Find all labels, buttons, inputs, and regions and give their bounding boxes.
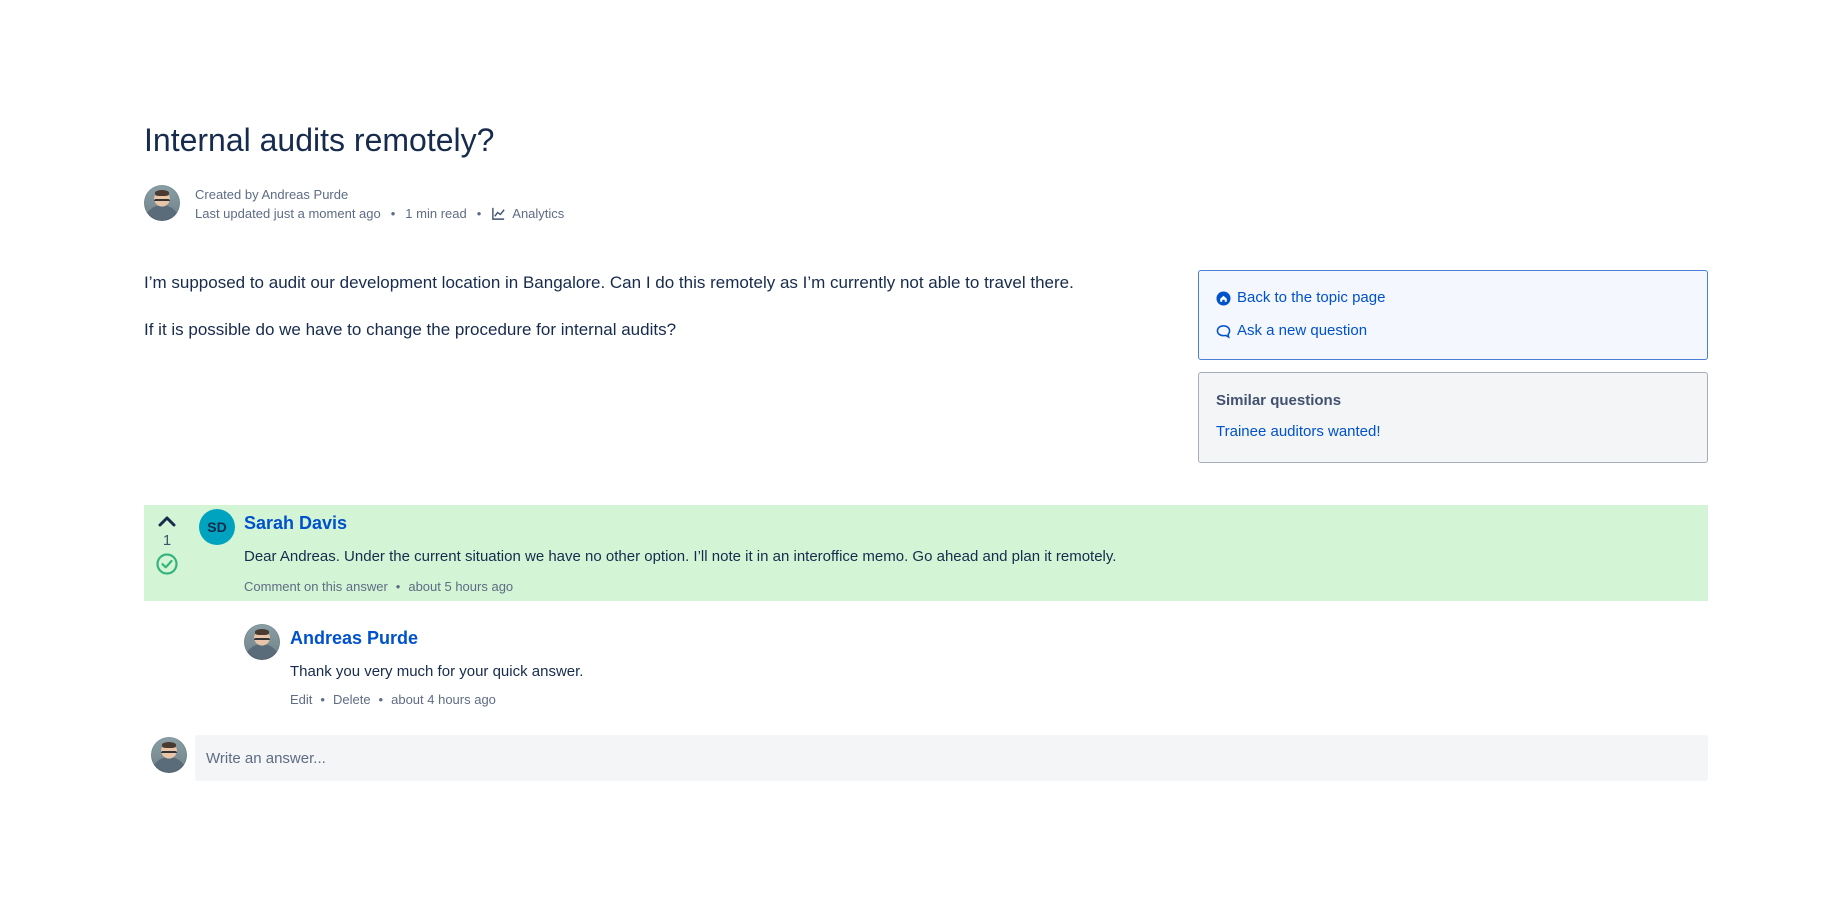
current-user-avatar — [151, 737, 187, 773]
author-avatar[interactable] — [144, 185, 180, 221]
comment-text: Thank you very much for your quick answe… — [290, 663, 584, 680]
edit-comment-link[interactable]: Edit — [290, 692, 312, 707]
accepted-answer: 1 SD Sarah Davis Dear Andreas. Under the… — [144, 505, 1708, 601]
last-updated: Last updated just a moment ago — [195, 206, 381, 221]
upvote-chevron-icon[interactable] — [157, 513, 177, 529]
back-to-topic-label: Back to the topic page — [1237, 289, 1386, 306]
answer-meta: Comment on this answer • about 5 hours a… — [244, 579, 513, 594]
byline-meta: Last updated just a moment ago • 1 min r… — [195, 204, 564, 223]
speech-bubble-icon — [1216, 324, 1231, 339]
byline-text: Created by Andreas Purde Last updated ju… — [195, 185, 564, 223]
comment-meta: Edit • Delete • about 4 hours ago — [290, 692, 496, 707]
created-by: Created by Andreas Purde — [195, 187, 349, 202]
separator-dot: • — [378, 692, 384, 707]
answer-author-avatar[interactable]: SD — [199, 509, 235, 545]
separator-dot: • — [395, 579, 401, 594]
back-to-topic-link[interactable]: Back to the topic page — [1216, 289, 1690, 307]
home-icon — [1216, 290, 1231, 306]
ask-question-link[interactable]: Ask a new question — [1216, 322, 1690, 340]
comment-author-avatar[interactable] — [244, 624, 280, 660]
topic-nav-panel: Back to the topic page Ask a new questio… — [1198, 270, 1708, 360]
comment-on-answer-link[interactable]: Comment on this answer — [244, 579, 388, 594]
vote-control: 1 — [154, 513, 180, 575]
separator-dot: • — [390, 206, 396, 221]
answer-timestamp: about 5 hours ago — [408, 579, 514, 594]
analytics-link[interactable]: Analytics — [491, 204, 564, 223]
separator-dot: • — [320, 692, 325, 707]
answer-comment: Andreas Purde Thank you very much for yo… — [244, 624, 1708, 714]
question-body: I’m supposed to audit our development lo… — [144, 273, 1144, 367]
analytics-label: Analytics — [512, 206, 565, 221]
comment-timestamp: about 4 hours ago — [391, 692, 496, 707]
ask-question-label: Ask a new question — [1237, 322, 1368, 339]
delete-comment-link[interactable]: Delete — [333, 692, 371, 707]
write-answer-input[interactable] — [195, 735, 1708, 781]
similar-questions-panel: Similar questions Trainee auditors wante… — [1198, 372, 1708, 463]
analytics-chart-icon — [492, 207, 505, 220]
answer-author-name[interactable]: Sarah Davis — [244, 513, 347, 534]
comment-author-name[interactable]: Andreas Purde — [290, 628, 418, 649]
separator-dot: • — [476, 206, 482, 221]
vote-count: 1 — [162, 532, 172, 549]
accepted-check-icon — [156, 553, 178, 575]
similar-question-link[interactable]: Trainee auditors wanted! — [1216, 423, 1690, 440]
answer-text: Dear Andreas. Under the current situatio… — [244, 548, 1117, 565]
question-paragraph: If it is possible do we have to change t… — [144, 320, 677, 339]
answer-composer — [144, 735, 1708, 781]
similar-questions-title: Similar questions — [1216, 392, 1342, 409]
question-paragraph: I’m supposed to audit our development lo… — [144, 273, 1074, 292]
page-title: Internal audits remotely? — [144, 122, 495, 158]
read-time: 1 min read — [405, 206, 467, 221]
